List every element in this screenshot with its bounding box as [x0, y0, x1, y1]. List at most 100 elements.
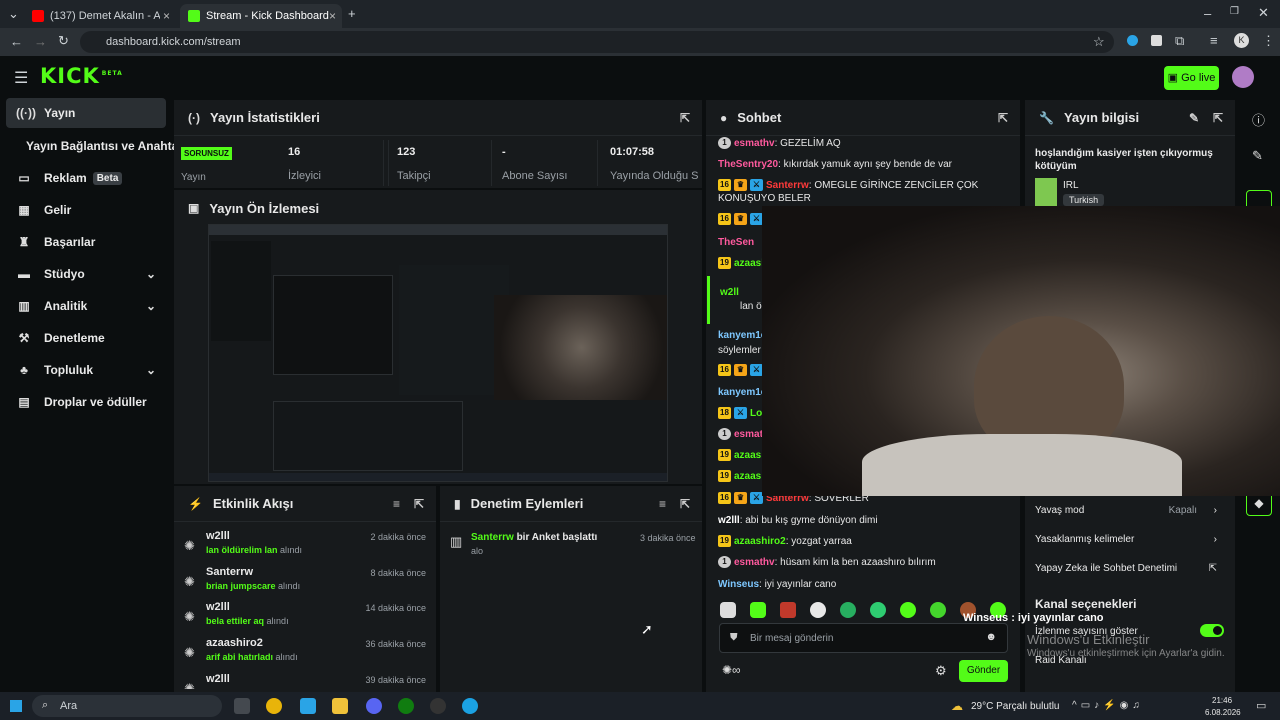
user-avatar[interactable]	[1232, 66, 1254, 88]
emote-icon[interactable]	[900, 602, 916, 618]
feed-user[interactable]: w2lll	[206, 601, 230, 613]
chat-user[interactable]: TheSen	[718, 237, 754, 248]
chat-user[interactable]: esmat	[734, 429, 763, 440]
emote-icon[interactable]	[870, 602, 886, 618]
profile-avatar[interactable]: K	[1234, 33, 1249, 48]
popout-icon[interactable]: ⇱	[1213, 111, 1223, 125]
chat-user[interactable]: azaasl	[734, 258, 764, 269]
emote-icon[interactable]	[810, 602, 826, 618]
weather-text[interactable]: 29°C Parçalı bulutlu	[971, 701, 1060, 712]
send-button[interactable]: Gönder	[959, 660, 1008, 682]
mod-user[interactable]: Santerrw	[471, 532, 514, 543]
extension-icon[interactable]	[1151, 35, 1162, 46]
feed-user[interactable]: w2lll	[206, 673, 230, 685]
chat-user[interactable]: Lo	[750, 408, 762, 419]
task-view-icon[interactable]	[234, 698, 250, 714]
sidebar-item-topluluk[interactable]: ♣ Topluluk ⌄	[6, 355, 166, 385]
edge-icon[interactable]	[462, 698, 478, 714]
chat-user[interactable]: w2lll	[718, 515, 740, 526]
chat-user[interactable]: Winseus	[718, 579, 759, 590]
minimize-icon[interactable]: –	[1204, 6, 1211, 21]
reload-icon[interactable]: ↻	[58, 33, 69, 49]
emote-icon[interactable]	[750, 602, 766, 618]
emoji-icon[interactable]: ☻	[985, 631, 997, 643]
setting-banned-words[interactable]: Yasaklanmış kelimeler ›	[1035, 534, 1225, 545]
chat-user[interactable]: w2ll	[720, 287, 739, 298]
info-icon[interactable]: ⓘ	[1252, 110, 1265, 129]
kick-logo[interactable]: KICK BETA	[40, 64, 123, 88]
window-close-icon[interactable]: ✕	[1258, 5, 1269, 21]
feed-user[interactable]: azaashiro2	[206, 637, 263, 649]
chat-user[interactable]: Santerrw	[766, 180, 809, 191]
setting-slow-mode[interactable]: Yavaş mod Kapalı ›	[1035, 505, 1225, 516]
stream-preview-video[interactable]	[208, 224, 668, 482]
close-icon[interactable]: ×	[329, 9, 336, 23]
tray-icons[interactable]: ^▭♪⚡◉♫	[1072, 700, 1144, 711]
app-icon[interactable]	[300, 698, 316, 714]
emote-icon[interactable]	[840, 602, 856, 618]
bookmark-star-icon[interactable]: ☆	[1093, 34, 1105, 50]
close-icon[interactable]: ×	[163, 9, 170, 23]
chat-input[interactable]: ⛊ Bir mesaj gönderin ☻	[719, 623, 1008, 653]
clock-date[interactable]: 6.08.2026	[1205, 708, 1241, 717]
sidebar-item-studyo[interactable]: ▬ Stüdyo ⌄	[6, 259, 166, 289]
browser-tab-youtube[interactable]: (137) Demet Akalın - Afedersin ×	[24, 4, 176, 28]
emote-icon[interactable]	[930, 602, 946, 618]
hamburger-menu-icon[interactable]: ☰	[14, 68, 28, 88]
sidebar-item-basarilar[interactable]: ♜ Başarılar	[6, 227, 166, 257]
feed-user[interactable]: Santerrw	[206, 566, 253, 578]
gear-icon[interactable]: ⚙	[935, 663, 947, 679]
filter-icon[interactable]: ≡	[393, 497, 400, 511]
sidebar-item-analitik[interactable]: ▥ Analitik ⌄	[6, 291, 166, 321]
obs-icon[interactable]	[430, 698, 446, 714]
category-name[interactable]: IRL	[1063, 180, 1123, 191]
chat-user[interactable]: azaashiro2	[734, 536, 786, 547]
viewcount-toggle[interactable]	[1200, 624, 1224, 637]
back-icon[interactable]: ←	[10, 34, 23, 49]
xbox-icon[interactable]	[398, 698, 414, 714]
go-live-button[interactable]: ▣ Go live	[1164, 66, 1219, 90]
chat-user[interactable]: esmathv	[734, 557, 775, 568]
edit-pencil-icon[interactable]: ✎	[1252, 148, 1263, 164]
new-tab-icon[interactable]: +	[348, 6, 356, 21]
popout-icon[interactable]: ⇱	[680, 497, 690, 511]
chat-user[interactable]: TheSentry20	[718, 159, 778, 170]
sidebar-item-reklam[interactable]: ▭ Reklam Beta	[6, 163, 166, 193]
filter-icon[interactable]: ≡	[659, 497, 666, 511]
sidebar-item-droplar[interactable]: ▤ Droplar ve ödüller	[6, 387, 166, 417]
maximize-icon[interactable]: ❐	[1230, 6, 1239, 17]
discord-icon[interactable]	[366, 698, 382, 714]
setting-ai-moderation[interactable]: Yapay Zeka ile Sohbet Denetimi ⇱	[1035, 563, 1225, 574]
notification-icon[interactable]: ▭	[1256, 699, 1266, 712]
edit-pencil-icon[interactable]: ✎	[1189, 111, 1199, 125]
emote-icon[interactable]	[780, 602, 796, 618]
points-icon[interactable]: ✺∞	[722, 663, 741, 677]
clock-time[interactable]: 21:46	[1212, 696, 1232, 705]
popout-icon[interactable]: ⇱	[414, 497, 424, 511]
extensions-puzzle-icon[interactable]: ⧉	[1175, 33, 1184, 49]
sidebar-item-stream-key[interactable]: Yayın Bağlantısı ve Anahtarı	[6, 131, 186, 161]
taskbar-search[interactable]: ⌕ Ara	[32, 695, 222, 717]
sidebar-item-yayin[interactable]: ((·)) Yayın	[6, 98, 166, 128]
browser-tab-kick[interactable]: Stream - Kick Dashboard ×	[180, 4, 342, 28]
chat-user[interactable]: kanyem1c	[718, 387, 766, 398]
chat-user[interactable]: kanyem1c	[718, 330, 766, 341]
chrome-icon[interactable]	[266, 698, 282, 714]
forward-icon[interactable]: →	[34, 34, 47, 49]
menu-dots-icon[interactable]: ⋮	[1262, 33, 1275, 49]
popout-icon[interactable]: ⇱	[998, 111, 1008, 125]
tab-search-icon[interactable]: ⌄	[8, 6, 19, 22]
url-field[interactable]: dashboard.kick.com/stream	[80, 31, 1114, 53]
emote-ghost-icon[interactable]	[720, 602, 736, 618]
extension-icon[interactable]	[1127, 35, 1138, 46]
sidebar-item-gelir[interactable]: ▦ Gelir	[6, 195, 166, 225]
windows-start-icon[interactable]	[10, 700, 22, 712]
chat-user[interactable]: azaas	[734, 450, 761, 461]
feed-user[interactable]: w2lll	[206, 530, 230, 542]
chat-user[interactable]: esmathv	[734, 138, 775, 149]
chat-user[interactable]: azaas	[734, 471, 761, 482]
sidebar-item-denetleme[interactable]: ⚒ Denetleme	[6, 323, 166, 353]
reading-list-icon[interactable]: ≡	[1210, 33, 1218, 48]
popout-icon[interactable]: ⇱	[680, 111, 690, 125]
folder-icon[interactable]	[332, 698, 348, 714]
